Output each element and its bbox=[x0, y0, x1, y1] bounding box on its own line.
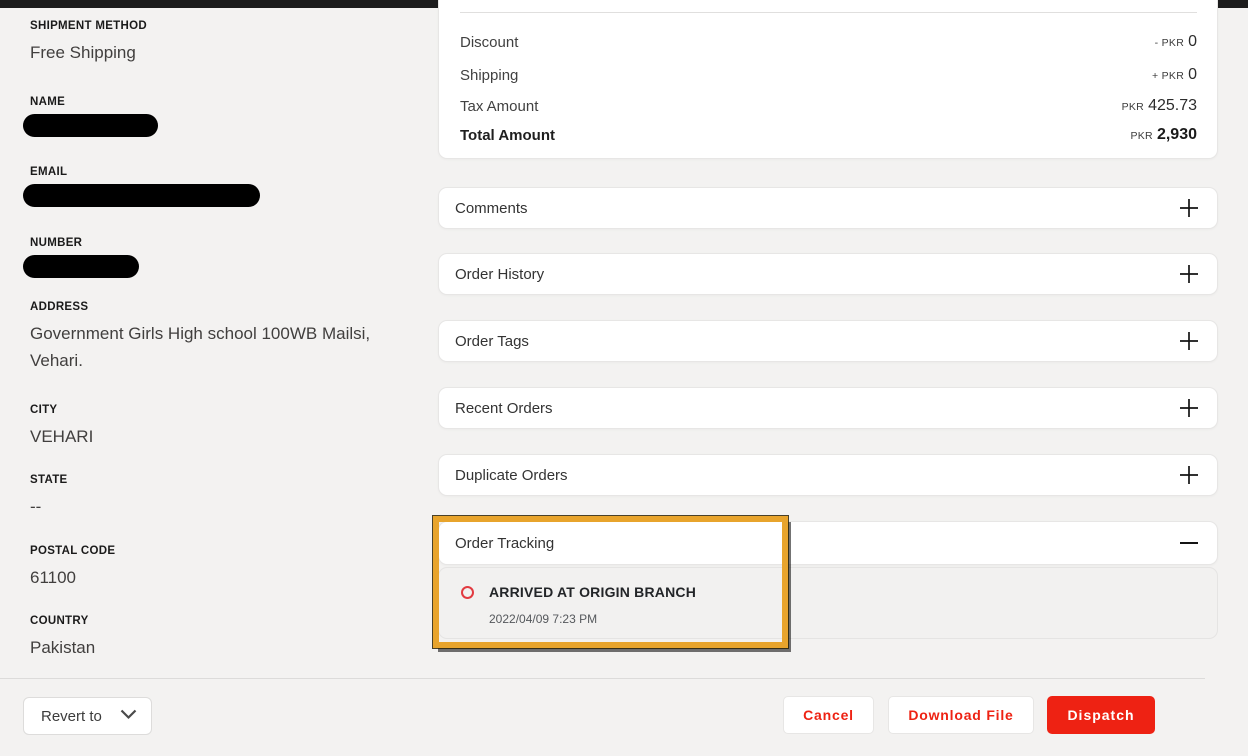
postal-code-label: POSTAL CODE bbox=[30, 545, 115, 557]
download-file-button[interactable]: Download File bbox=[888, 696, 1034, 734]
name-label: NAME bbox=[30, 96, 158, 108]
plus-icon bbox=[1179, 331, 1199, 351]
field-postal-code: POSTAL CODE 61100 bbox=[30, 545, 115, 591]
order-summary-card: Discount - PKR0 Shipping + PKR0 Tax Amou… bbox=[438, 0, 1218, 159]
accordion-order-tags-label: Order Tags bbox=[455, 333, 529, 350]
discount-amount: 0 bbox=[1188, 33, 1197, 50]
plus-icon bbox=[1179, 198, 1199, 218]
field-number: NUMBER bbox=[30, 237, 139, 278]
tax-amount: 425.73 bbox=[1148, 97, 1197, 114]
accordion-order-history[interactable]: Order History bbox=[438, 253, 1218, 295]
email-label: EMAIL bbox=[30, 166, 260, 178]
revert-to-label: Revert to bbox=[41, 708, 102, 725]
country-label: COUNTRY bbox=[30, 615, 95, 627]
total-amount: 2,930 bbox=[1157, 126, 1197, 143]
state-label: STATE bbox=[30, 474, 68, 486]
email-redaction-bar bbox=[23, 184, 260, 207]
field-state: STATE -- bbox=[30, 474, 68, 520]
shipping-amount: 0 bbox=[1188, 66, 1197, 83]
plus-icon bbox=[1179, 398, 1199, 418]
accordion-order-tags[interactable]: Order Tags bbox=[438, 320, 1218, 362]
accordion-order-tracking[interactable]: Order Tracking bbox=[438, 521, 1218, 565]
summary-row-total: Total Amount PKR 2,930 bbox=[460, 120, 1197, 150]
accordion-order-history-label: Order History bbox=[455, 266, 544, 283]
shipping-currency: + PKR bbox=[1152, 70, 1184, 82]
plus-icon bbox=[1179, 465, 1199, 485]
accordion-recent-orders[interactable]: Recent Orders bbox=[438, 387, 1218, 429]
number-redaction-bar bbox=[23, 255, 139, 278]
state-value: -- bbox=[30, 493, 68, 520]
tracking-status-circle-icon bbox=[461, 586, 474, 599]
accordion-comments-label: Comments bbox=[455, 200, 528, 217]
summary-row-discount: Discount - PKR0 bbox=[460, 27, 1197, 57]
summary-divider bbox=[460, 12, 1197, 13]
total-currency: PKR bbox=[1130, 130, 1153, 142]
dispatch-button[interactable]: Dispatch bbox=[1047, 696, 1155, 734]
number-label: NUMBER bbox=[30, 237, 139, 249]
accordion-duplicate-orders-label: Duplicate Orders bbox=[455, 467, 568, 484]
field-address: ADDRESS Government Girls High school 100… bbox=[30, 301, 398, 374]
field-city: CITY VEHARI bbox=[30, 404, 93, 450]
address-value: Government Girls High school 100WB Mails… bbox=[30, 320, 398, 374]
tax-currency: PKR bbox=[1122, 101, 1145, 113]
shipment-method-label: SHIPMENT METHOD bbox=[30, 20, 147, 32]
minus-icon bbox=[1179, 533, 1199, 553]
revert-to-dropdown[interactable]: Revert to bbox=[23, 697, 152, 735]
discount-label: Discount bbox=[460, 34, 518, 51]
plus-icon bbox=[1179, 264, 1199, 284]
address-label: ADDRESS bbox=[30, 301, 398, 313]
field-name: NAME bbox=[30, 96, 158, 137]
tracking-event: ARRIVED AT ORIGIN BRANCH bbox=[461, 584, 696, 600]
total-label: Total Amount bbox=[460, 127, 555, 144]
summary-row-tax: Tax Amount PKR425.73 bbox=[460, 91, 1197, 121]
field-email: EMAIL bbox=[30, 166, 260, 207]
tracking-timestamp: 2022/04/09 7:23 PM bbox=[489, 612, 597, 626]
cancel-button[interactable]: Cancel bbox=[783, 696, 874, 734]
accordion-comments[interactable]: Comments bbox=[438, 187, 1218, 229]
field-country: COUNTRY Pakistan bbox=[30, 615, 95, 661]
country-value: Pakistan bbox=[30, 634, 95, 661]
discount-currency: - PKR bbox=[1155, 37, 1185, 49]
footer-divider bbox=[0, 678, 1205, 679]
chevron-down-icon bbox=[120, 707, 137, 725]
postal-code-value: 61100 bbox=[30, 564, 115, 591]
accordion-duplicate-orders[interactable]: Duplicate Orders bbox=[438, 454, 1218, 496]
accordion-recent-orders-label: Recent Orders bbox=[455, 400, 553, 417]
tracking-status-text: ARRIVED AT ORIGIN BRANCH bbox=[489, 584, 696, 600]
shipping-label: Shipping bbox=[460, 67, 518, 84]
summary-row-shipping: Shipping + PKR 0 bbox=[460, 60, 1197, 90]
tax-label: Tax Amount bbox=[460, 98, 538, 115]
city-value: VEHARI bbox=[30, 423, 93, 450]
city-label: CITY bbox=[30, 404, 93, 416]
field-shipment-method: SHIPMENT METHOD Free Shipping bbox=[30, 20, 147, 66]
accordion-order-tracking-label: Order Tracking bbox=[455, 535, 554, 552]
shipment-method-value: Free Shipping bbox=[30, 39, 147, 66]
name-redaction-bar bbox=[23, 114, 158, 137]
order-tracking-body: ARRIVED AT ORIGIN BRANCH 2022/04/09 7:23… bbox=[438, 567, 1218, 639]
